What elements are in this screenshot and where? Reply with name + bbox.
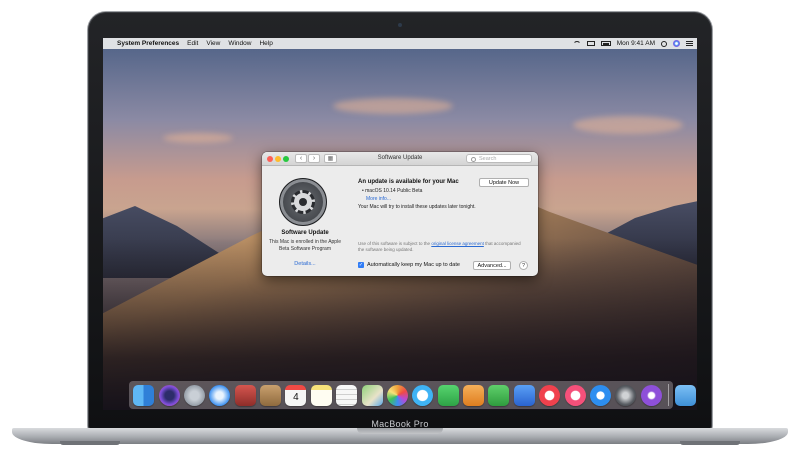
update-heading: An update is available for your Mac <box>358 179 459 185</box>
advanced-button[interactable]: Advanced... <box>473 261 511 270</box>
system-preferences-icon[interactable] <box>615 384 637 406</box>
cloud <box>573 116 683 134</box>
help-button[interactable]: ? <box>519 261 528 270</box>
camera-icon <box>398 23 402 27</box>
laptop-base <box>12 428 788 444</box>
siri-icon[interactable] <box>673 40 680 47</box>
cloud <box>333 98 453 114</box>
search-input[interactable]: Search <box>466 154 532 163</box>
details-link[interactable]: Details... <box>262 261 348 267</box>
spotlight-search-icon[interactable] <box>661 40 667 47</box>
software-update-window: ‹ › ▦ Software Update Search Software Up… <box>262 152 538 276</box>
numbers-icon[interactable] <box>488 384 510 406</box>
checkmark-icon[interactable]: ✓ <box>358 262 364 268</box>
news-icon[interactable] <box>539 384 561 406</box>
laptop-foot <box>680 441 740 445</box>
wifi-icon[interactable] <box>572 41 581 46</box>
auto-update-label: Automatically keep my Mac up to date <box>367 262 460 268</box>
license-agreement-link[interactable]: original license agreement <box>431 241 484 246</box>
update-item: • macOS 10.14 Public Beta <box>362 188 423 194</box>
app-store-icon[interactable] <box>589 384 611 406</box>
auto-update-checkbox[interactable]: ✓ Automatically keep my Mac up to date <box>358 262 460 268</box>
contacts-icon[interactable] <box>260 384 282 406</box>
sidebar-title: Software Update <box>281 230 329 236</box>
sidebar-description: This Mac is enrolled in the Apple Beta S… <box>269 239 341 252</box>
menu-view[interactable]: View <box>206 40 220 47</box>
siri-icon[interactable] <box>158 384 180 406</box>
menu-edit[interactable]: Edit <box>187 40 198 47</box>
cloud <box>163 133 233 143</box>
search-icon <box>471 156 476 162</box>
reminders-icon[interactable] <box>336 384 358 406</box>
menu-app-name[interactable]: System Preferences <box>117 40 179 47</box>
facetime-icon[interactable] <box>437 384 459 406</box>
photo-booth-icon[interactable] <box>234 384 256 406</box>
more-info-link[interactable]: More info... <box>366 196 391 202</box>
music-icon[interactable] <box>564 384 586 406</box>
sidebar-pane: Software Update This Mac is enrolled in … <box>262 166 348 276</box>
safari-icon[interactable] <box>209 384 231 406</box>
menu-clock[interactable]: Mon 9:41 AM <box>617 40 655 47</box>
menu-bar: System Preferences Edit View Window Help… <box>103 38 697 49</box>
maps-icon[interactable] <box>361 384 383 406</box>
window-titlebar[interactable]: ‹ › ▦ Software Update Search <box>262 152 538 166</box>
install-note: Your Mac will try to install these updat… <box>358 204 476 210</box>
battery-icon[interactable] <box>600 41 611 46</box>
messages-icon[interactable] <box>412 384 434 406</box>
laptop-foot <box>60 441 120 445</box>
dock: 4 <box>129 381 697 409</box>
update-now-button[interactable]: Update Now <box>479 178 529 187</box>
downloads-folder-icon[interactable] <box>675 384 697 406</box>
model-label: MacBook Pro <box>371 419 429 429</box>
finder-icon[interactable] <box>133 384 155 406</box>
menu-help[interactable]: Help <box>259 40 272 47</box>
status-area: Mon 9:41 AM <box>572 40 693 47</box>
license-prefix: Use of this software is subject to the <box>358 241 431 246</box>
notification-center-icon[interactable] <box>686 41 693 46</box>
dock-separator <box>667 384 669 406</box>
calendar-icon[interactable]: 4 <box>285 384 307 406</box>
license-text: Use of this software is subject to the o… <box>358 241 528 253</box>
airplay-icon[interactable] <box>586 41 595 46</box>
desktop-screen: System Preferences Edit View Window Help… <box>103 38 697 410</box>
launchpad-icon[interactable] <box>183 384 205 406</box>
feedback-assistant-icon[interactable] <box>640 384 662 406</box>
notes-icon[interactable] <box>310 384 332 406</box>
main-pane: An update is available for your Mac Upda… <box>348 166 538 276</box>
keynote-icon[interactable] <box>513 384 535 406</box>
photos-icon[interactable] <box>386 384 408 406</box>
software-update-gear-icon <box>279 178 327 226</box>
menu-window[interactable]: Window <box>228 40 251 47</box>
search-placeholder: Search <box>479 156 497 162</box>
pages-icon[interactable] <box>463 384 485 406</box>
